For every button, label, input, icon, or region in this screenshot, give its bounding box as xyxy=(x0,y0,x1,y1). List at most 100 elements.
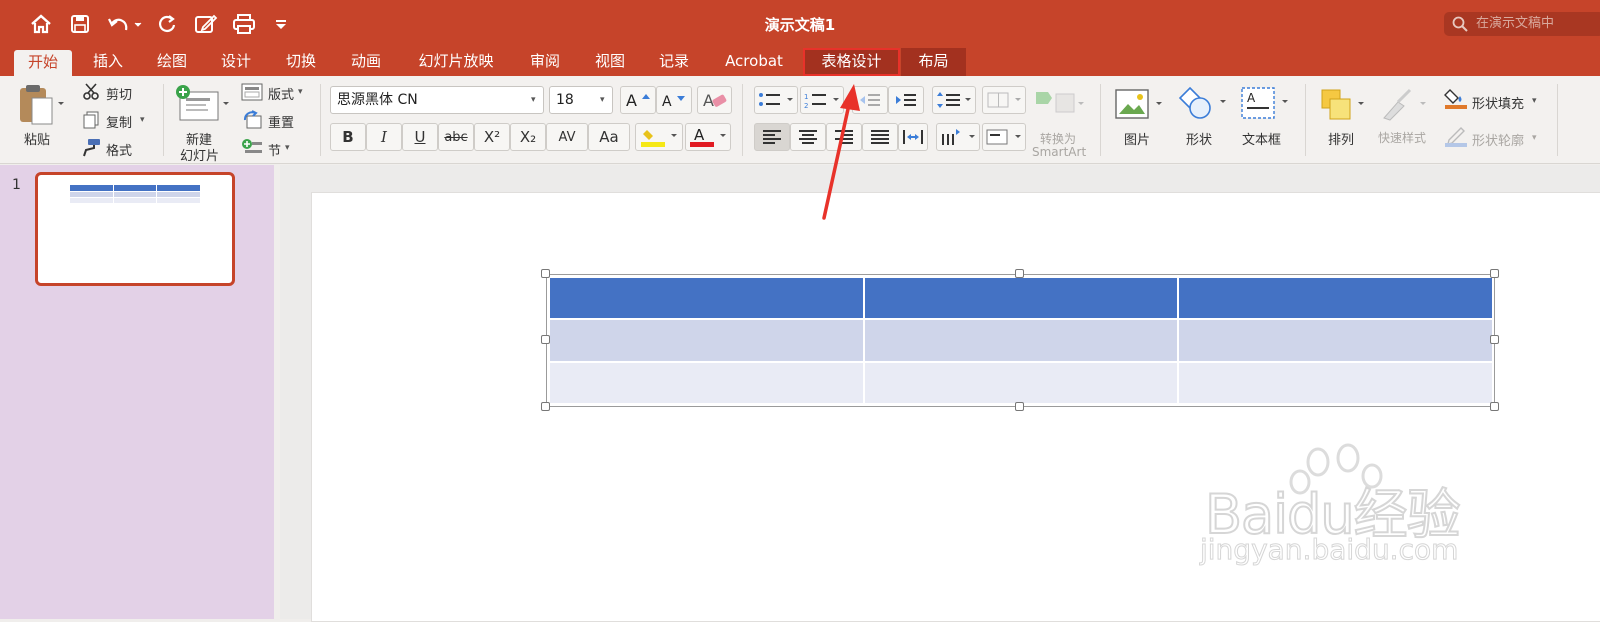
underline-button[interactable]: U xyxy=(402,123,438,151)
tab-slideshow[interactable]: 幻灯片放映 xyxy=(406,48,506,76)
section-dropdown-icon[interactable]: ▾ xyxy=(285,143,290,153)
svg-text:A: A xyxy=(626,91,637,109)
tab-draw[interactable]: 绘图 xyxy=(146,48,198,76)
resize-handle-bottom-right[interactable] xyxy=(1490,402,1499,411)
align-left-button[interactable] xyxy=(754,123,790,151)
slide-thumbnail[interactable] xyxy=(35,172,235,286)
shapes-label[interactable]: 形状 xyxy=(1186,129,1212,148)
decrease-font-size-button[interactable]: A xyxy=(656,86,692,114)
copy-label[interactable]: 复制 xyxy=(106,112,132,131)
change-case-button[interactable]: Aa xyxy=(588,123,630,151)
shape-fill-dropdown-icon[interactable]: ▾ xyxy=(1532,96,1537,106)
quick-styles-label[interactable]: 快速样式 xyxy=(1378,129,1426,146)
text-box-label[interactable]: 文本框 xyxy=(1242,129,1281,148)
character-spacing-button[interactable]: AV xyxy=(546,123,588,151)
tab-acrobat[interactable]: Acrobat xyxy=(716,48,792,76)
tab-insert[interactable]: 插入 xyxy=(82,48,134,76)
shape-outline-dropdown-icon[interactable]: ▾ xyxy=(1532,133,1537,143)
columns-button[interactable] xyxy=(982,86,1026,114)
shapes-icon[interactable] xyxy=(1178,86,1230,126)
align-text-button[interactable] xyxy=(982,123,1026,151)
table-cell[interactable] xyxy=(862,360,1180,406)
smartart-label-line2[interactable]: SmartArt xyxy=(1032,145,1086,159)
increase-indent-button[interactable] xyxy=(888,86,924,114)
section-icon[interactable] xyxy=(241,138,263,160)
font-size-dropdown-icon[interactable]: ▾ xyxy=(600,95,605,105)
picture-label[interactable]: 图片 xyxy=(1124,129,1150,148)
quick-styles-icon[interactable] xyxy=(1378,88,1430,126)
paste-icon[interactable] xyxy=(14,84,64,130)
shape-outline-label[interactable]: 形状轮廓 xyxy=(1472,130,1524,149)
table-cell[interactable] xyxy=(548,360,865,406)
text-box-icon[interactable]: A xyxy=(1240,86,1292,126)
table-cell[interactable] xyxy=(862,275,1180,321)
copy-icon[interactable] xyxy=(82,111,100,133)
italic-button[interactable]: I xyxy=(366,123,402,151)
slide-table[interactable] xyxy=(548,275,1494,406)
copy-dropdown-icon[interactable]: ▾ xyxy=(140,115,145,125)
section-label[interactable]: 节 xyxy=(268,140,281,159)
tab-table-design[interactable]: 表格设计 xyxy=(803,48,900,76)
tab-view[interactable]: 视图 xyxy=(584,48,636,76)
table-cell[interactable] xyxy=(548,318,865,363)
tab-transitions[interactable]: 切换 xyxy=(275,48,327,76)
clear-formatting-button[interactable]: A xyxy=(697,86,732,114)
tab-home[interactable]: 开始 xyxy=(14,50,72,76)
resize-handle-top-right[interactable] xyxy=(1490,269,1499,278)
tab-review[interactable]: 审阅 xyxy=(519,48,571,76)
layout-icon[interactable] xyxy=(241,83,263,105)
table-cell[interactable] xyxy=(862,318,1180,363)
new-slide-label-line2[interactable]: 幻灯片 xyxy=(180,145,219,164)
table-cell[interactable] xyxy=(548,275,865,321)
bullets-button[interactable] xyxy=(754,86,798,114)
bold-button[interactable]: B xyxy=(330,123,366,151)
tab-animations[interactable]: 动画 xyxy=(340,48,392,76)
font-color-button[interactable]: A xyxy=(685,123,731,151)
search-field[interactable]: 在演示文稿中 xyxy=(1444,12,1600,36)
reset-icon[interactable] xyxy=(241,110,263,134)
table-cell[interactable] xyxy=(1177,275,1494,321)
strikethrough-button[interactable]: abc xyxy=(438,123,474,151)
cut-label[interactable]: 剪切 xyxy=(106,84,132,103)
text-direction-button[interactable] xyxy=(936,123,980,151)
picture-icon[interactable] xyxy=(1114,88,1166,126)
table-cell[interactable] xyxy=(1177,360,1494,406)
increase-font-size-button[interactable]: A xyxy=(620,86,656,114)
shape-fill-icon[interactable] xyxy=(1444,86,1470,114)
scissors-icon[interactable] xyxy=(82,83,100,105)
paste-label[interactable]: 粘贴 xyxy=(24,129,50,148)
resize-handle-left[interactable] xyxy=(541,335,550,344)
subscript-button[interactable]: X₂ xyxy=(510,123,546,151)
tab-record[interactable]: 记录 xyxy=(648,48,700,76)
reset-label[interactable]: 重置 xyxy=(268,112,294,131)
ribbon-tab-bar: 开始 插入 绘图 设计 切换 动画 幻灯片放映 审阅 视图 记录 Acrobat… xyxy=(0,48,1600,76)
layout-dropdown-icon[interactable]: ▾ xyxy=(298,87,303,97)
ribbon-separator xyxy=(1100,84,1101,156)
table-row[interactable] xyxy=(548,318,1494,363)
line-spacing-button[interactable] xyxy=(932,86,976,114)
format-painter-icon[interactable] xyxy=(80,138,102,162)
new-slide-icon[interactable] xyxy=(174,84,232,128)
arrange-label[interactable]: 排列 xyxy=(1328,129,1354,148)
layout-label[interactable]: 版式 xyxy=(268,84,294,103)
table-header-row[interactable] xyxy=(548,275,1494,321)
table-row[interactable] xyxy=(548,360,1494,406)
arrange-icon[interactable] xyxy=(1320,88,1368,126)
format-label[interactable]: 格式 xyxy=(106,140,132,159)
table-cell[interactable] xyxy=(1177,318,1494,363)
tab-design[interactable]: 设计 xyxy=(210,48,262,76)
resize-handle-top-left[interactable] xyxy=(541,269,550,278)
tab-table-layout[interactable]: 布局 xyxy=(901,48,966,76)
resize-handle-right[interactable] xyxy=(1490,335,1499,344)
distributed-button[interactable] xyxy=(898,123,928,151)
font-name-field[interactable]: 思源黑体 CN xyxy=(330,86,544,114)
highlight-color-button[interactable] xyxy=(635,123,683,151)
shape-fill-label[interactable]: 形状填充 xyxy=(1472,93,1524,112)
shape-outline-icon[interactable] xyxy=(1444,124,1470,152)
superscript-button[interactable]: X² xyxy=(474,123,510,151)
resize-handle-bottom-left[interactable] xyxy=(541,402,550,411)
font-name-dropdown-icon[interactable]: ▾ xyxy=(531,95,536,105)
convert-to-smartart-icon[interactable] xyxy=(1034,88,1084,122)
resize-handle-bottom[interactable] xyxy=(1015,402,1024,411)
resize-handle-top[interactable] xyxy=(1015,269,1024,278)
